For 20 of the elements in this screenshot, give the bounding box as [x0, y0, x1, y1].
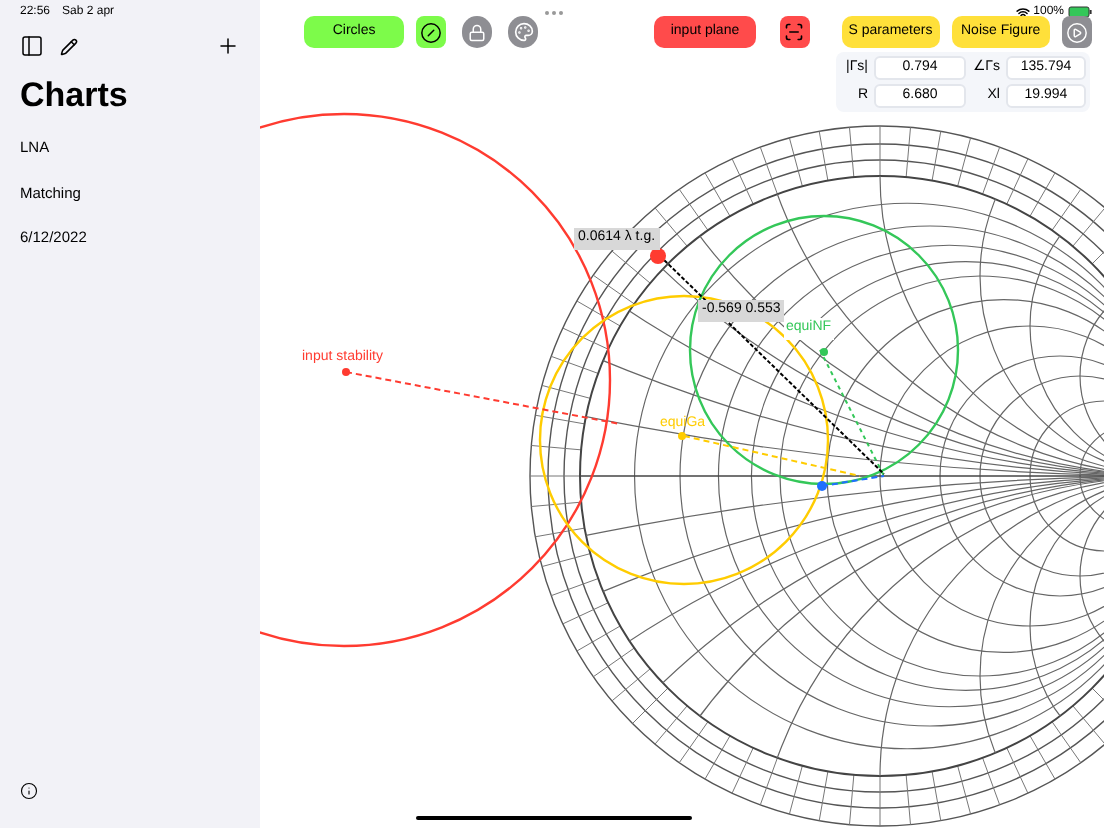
focus-button[interactable] — [779, 16, 810, 48]
lock-icon — [468, 23, 487, 41]
circle-slash-icon — [420, 21, 443, 43]
multitask-dots-icon[interactable] — [544, 9, 564, 15]
lock-button[interactable] — [462, 16, 493, 48]
sidebar-toggle-icon[interactable] — [20, 34, 44, 58]
sidebar-title: Charts — [20, 74, 130, 117]
play-button[interactable] — [1061, 16, 1093, 48]
palette-icon — [513, 22, 534, 42]
load-point — [817, 481, 827, 491]
add-icon[interactable] — [216, 34, 240, 58]
play-icon — [1065, 21, 1088, 43]
battery-icon — [1068, 6, 1092, 18]
wifi-icon — [1015, 5, 1030, 19]
circle-tool-button[interactable] — [416, 16, 447, 48]
edit-icon[interactable] — [60, 37, 78, 55]
palette-button[interactable] — [508, 16, 539, 48]
reflection-point[interactable] — [650, 248, 666, 264]
focus-icon — [784, 22, 805, 42]
info-icon[interactable] — [20, 782, 38, 800]
